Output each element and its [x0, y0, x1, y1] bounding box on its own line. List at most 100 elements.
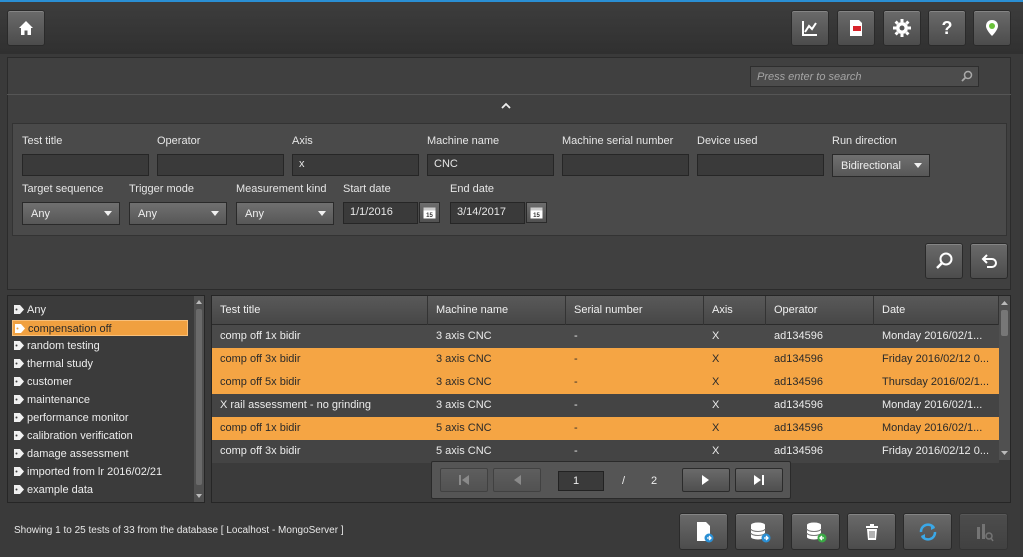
test-title-field[interactable]: [22, 154, 149, 176]
svg-text:15: 15: [426, 213, 433, 219]
table-row[interactable]: comp off 1x bidir 5 axis CNC - Xad134596 Mon…: [212, 417, 999, 440]
run-search-button[interactable]: [925, 243, 963, 279]
table-cell: Monday 2016/02/1...: [882, 422, 983, 434]
table-row[interactable]: X rail assessment - no grinding 3 axis CN…: [212, 394, 999, 417]
tag-label: performance monitor: [27, 412, 129, 424]
tag-item[interactable]: random testing: [12, 338, 188, 354]
table-cell: 5 axis CNC: [436, 422, 492, 434]
table-cell: Thursday 2016/02/1...: [882, 376, 990, 388]
table-row[interactable]: comp off 3x bidir 3 axis CNC - Xad134596 Fri…: [212, 348, 999, 371]
dropdown-arrow-icon: [914, 163, 922, 168]
table-row[interactable]: comp off 5x bidir 3 axis CNC - Xad134596 Thu…: [212, 371, 999, 394]
device-used-field[interactable]: [697, 154, 824, 176]
previous-page-button[interactable]: [493, 468, 541, 492]
axis-label: Axis: [292, 135, 313, 147]
trash-icon: [865, 523, 878, 540]
machine-serial-field[interactable]: [562, 154, 689, 176]
machine-serial-label: Machine serial number: [562, 135, 674, 147]
table-cell: -: [574, 330, 578, 342]
reset-filters-button[interactable]: [970, 243, 1008, 279]
table-cell: -: [574, 353, 578, 365]
tag-icon: [14, 449, 24, 458]
report-button[interactable]: [837, 10, 875, 46]
settings-button[interactable]: [883, 10, 921, 46]
tag-item[interactable]: imported from lr 2016/02/21: [12, 464, 188, 480]
table-cell: -: [574, 399, 578, 411]
svg-text:?: ?: [942, 18, 953, 38]
first-page-button[interactable]: [440, 468, 488, 492]
dropdown-arrow-icon: [318, 211, 326, 216]
measurement-kind-select[interactable]: Any: [236, 202, 334, 225]
tag-list-scrollbar[interactable]: [194, 296, 204, 502]
tag-item[interactable]: performance monitor: [12, 410, 188, 426]
analysis-icon: [976, 523, 994, 541]
run-direction-select[interactable]: Bidirectional: [832, 154, 930, 177]
end-date-field[interactable]: 3/14/2017: [450, 202, 525, 224]
tag-item[interactable]: calibration verification: [12, 428, 188, 444]
help-button[interactable]: ?: [928, 10, 966, 46]
device-used-label: Device used: [697, 135, 758, 147]
first-page-icon: [459, 475, 469, 485]
previous-page-icon: [514, 475, 521, 485]
column-header-axis[interactable]: Axis: [704, 296, 766, 325]
axis-field[interactable]: x: [292, 154, 419, 176]
table-row[interactable]: comp off 1x bidir 3 axis CNC - Xad134596 Mon…: [212, 325, 999, 348]
tag-item[interactable]: damage assessment: [12, 446, 188, 462]
tag-label: Any: [27, 304, 46, 316]
tag-item[interactable]: Any: [12, 302, 188, 318]
tag-item[interactable]: example data: [12, 482, 188, 498]
tag-icon: [14, 467, 24, 476]
tag-label: calibration verification: [27, 430, 133, 442]
tag-item[interactable]: thermal study: [12, 356, 188, 372]
column-header-date[interactable]: Date: [874, 296, 999, 325]
tag-icon: [14, 377, 24, 386]
next-page-button[interactable]: [682, 468, 730, 492]
table-row[interactable]: comp off 3x bidir 5 axis CNC - Xad134596 Fri…: [212, 440, 999, 463]
grid-header: Test title Machine name Serial number Ax…: [212, 296, 999, 325]
end-date-calendar-button[interactable]: 15: [526, 202, 547, 223]
tag-icon: [14, 359, 24, 368]
chart-icon: [802, 21, 817, 36]
document-export-icon: [696, 521, 713, 542]
analyze-button[interactable]: [959, 513, 1008, 550]
trigger-mode-select[interactable]: Any: [129, 202, 227, 225]
trigger-mode-label: Trigger mode: [129, 183, 195, 195]
export-database-button[interactable]: [735, 513, 784, 550]
target-sequence-select[interactable]: Any: [22, 202, 120, 225]
start-date-calendar-button[interactable]: 15: [419, 202, 440, 223]
machine-name-label: Machine name: [427, 135, 500, 147]
machine-name-field[interactable]: CNC: [427, 154, 554, 176]
tag-item[interactable]: maintenance: [12, 392, 188, 408]
table-cell: 3 axis CNC: [436, 353, 492, 365]
import-database-button[interactable]: [791, 513, 840, 550]
tag-item[interactable]: customer: [12, 374, 188, 390]
refresh-button[interactable]: [903, 513, 952, 550]
trigger-mode-value: Any: [138, 208, 157, 220]
collapse-chevron-icon[interactable]: [499, 100, 513, 114]
chart-button[interactable]: [791, 10, 829, 46]
delete-button[interactable]: [847, 513, 896, 550]
tag-icon: [14, 395, 24, 404]
column-header-operator[interactable]: Operator: [766, 296, 874, 325]
location-button[interactable]: [973, 10, 1011, 46]
run-direction-label: Run direction: [832, 135, 897, 147]
table-cell: ad134596: [774, 445, 823, 457]
home-button[interactable]: [7, 10, 45, 46]
tag-item[interactable]: compensation off: [12, 320, 188, 336]
search-input[interactable]: [751, 67, 961, 86]
column-header-machine-name[interactable]: Machine name: [428, 296, 566, 325]
table-cell: X: [712, 376, 720, 388]
start-date-field[interactable]: 1/1/2016: [343, 202, 418, 224]
page-number-input[interactable]: 1: [558, 471, 604, 491]
operator-field[interactable]: [157, 154, 284, 176]
search-icon[interactable]: [961, 70, 973, 82]
export-document-button[interactable]: [679, 513, 728, 550]
column-header-serial-number[interactable]: Serial number: [566, 296, 704, 325]
database-import-icon: [806, 522, 826, 542]
tag-icon: [14, 485, 24, 494]
last-page-button[interactable]: [735, 468, 783, 492]
column-header-test-title[interactable]: Test title: [212, 296, 428, 325]
next-page-icon: [702, 475, 709, 485]
start-date-label: Start date: [343, 183, 391, 195]
grid-scrollbar[interactable]: [999, 296, 1010, 460]
